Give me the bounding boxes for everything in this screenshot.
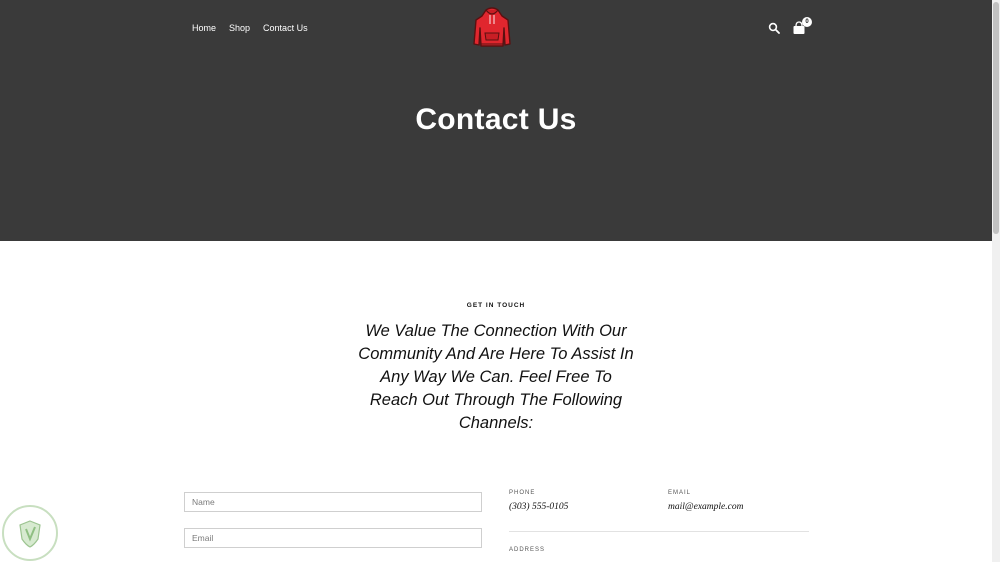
shield-icon — [19, 520, 41, 548]
nav-home-link[interactable]: Home — [192, 22, 216, 34]
page: Home Shop Contact Us 0 Contact Us GET IN… — [0, 0, 1000, 562]
cart-count-badge: 0 — [802, 17, 812, 27]
section-intro: We Value The Connection With Our Communi… — [358, 322, 634, 432]
phone-value[interactable]: (303) 555-0105 — [509, 502, 568, 512]
email-field[interactable] — [184, 528, 482, 548]
hero-section: Home Shop Contact Us 0 Contact Us — [0, 0, 992, 241]
phone-label: PHONE — [509, 490, 536, 496]
main-nav: Home Shop Contact Us — [192, 22, 321, 34]
page-title: Contact Us — [415, 103, 577, 136]
info-divider — [509, 531, 809, 532]
nav-shop-link[interactable]: Shop — [229, 22, 250, 34]
page-scrollbar-thumb[interactable] — [993, 2, 999, 234]
header-actions: 0 — [766, 17, 816, 38]
watermark-badge — [2, 505, 58, 561]
name-field[interactable] — [184, 492, 482, 512]
email-label: EMAIL — [668, 490, 692, 496]
section-eyebrow: GET IN TOUCH — [466, 302, 526, 309]
address-label: ADDRESS — [509, 547, 546, 553]
search-icon[interactable] — [768, 22, 780, 34]
email-value[interactable]: mail@example.com — [668, 502, 743, 512]
nav-contact-link[interactable]: Contact Us — [263, 22, 308, 34]
red-hoodie-icon[interactable] — [472, 6, 512, 50]
